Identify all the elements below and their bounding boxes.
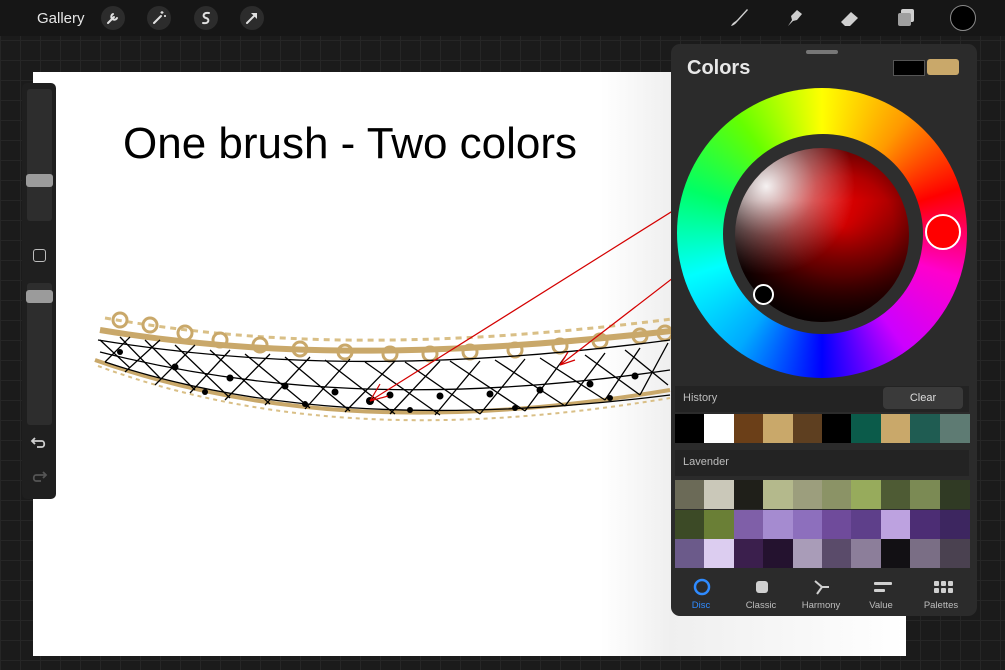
palette-swatch[interactable] xyxy=(880,480,911,509)
palette-swatch[interactable] xyxy=(675,480,705,509)
tab-palettes[interactable]: Palettes xyxy=(911,568,971,616)
brush-icon[interactable] xyxy=(727,6,751,30)
value-icon xyxy=(874,582,892,592)
palette-swatch[interactable] xyxy=(851,539,882,568)
tab-harmony-label: Harmony xyxy=(801,600,841,611)
palette-swatch[interactable] xyxy=(704,480,735,509)
palette-label: Lavender xyxy=(683,456,729,468)
panel-grabber[interactable] xyxy=(806,50,838,54)
tab-disc-label: Disc xyxy=(691,600,711,611)
color-mode-tabs: Disc Classic Harmony Value Palettes xyxy=(671,568,977,616)
colors-panel: Colors History Clear Lavender Disc Class… xyxy=(671,44,977,616)
palette-swatch[interactable] xyxy=(763,539,794,568)
history-swatch[interactable] xyxy=(851,414,882,443)
redo-icon[interactable] xyxy=(30,469,48,490)
history-swatch[interactable] xyxy=(910,414,941,443)
palette-swatch[interactable] xyxy=(675,539,705,568)
top-toolbar: Gallery xyxy=(0,0,1005,36)
canvas-title: One brush - Two colors xyxy=(123,119,578,168)
history-swatch[interactable] xyxy=(880,414,911,443)
history-swatch[interactable] xyxy=(704,414,735,443)
brush-size-slider[interactable] xyxy=(27,89,52,221)
opacity-handle[interactable] xyxy=(26,290,53,303)
tab-classic-label: Classic xyxy=(745,600,777,611)
palettes-icon xyxy=(934,581,953,593)
palette-swatch[interactable] xyxy=(910,480,941,509)
palette-swatch[interactable] xyxy=(822,480,852,509)
left-sidebar xyxy=(22,83,56,499)
history-swatch[interactable] xyxy=(822,414,852,443)
tab-value[interactable]: Value xyxy=(851,568,911,616)
layers-icon[interactable] xyxy=(894,6,918,30)
palette-swatch[interactable] xyxy=(675,509,705,539)
history-swatch[interactable] xyxy=(733,414,764,443)
selection-icon[interactable] xyxy=(194,6,218,30)
palette-swatch[interactable] xyxy=(792,539,823,568)
palette-swatch[interactable] xyxy=(822,509,852,539)
tab-value-label: Value xyxy=(869,600,893,611)
palette-swatch[interactable] xyxy=(851,509,882,539)
palette-swatch[interactable] xyxy=(939,480,970,509)
palette-swatch[interactable] xyxy=(733,509,764,539)
undo-icon[interactable] xyxy=(30,435,48,456)
palette-swatch[interactable] xyxy=(763,509,794,539)
history-swatch[interactable] xyxy=(675,414,705,443)
magic-wand-icon[interactable] xyxy=(147,6,171,30)
history-swatch[interactable] xyxy=(763,414,794,443)
tab-palettes-label: Palettes xyxy=(923,600,959,611)
wrench-icon[interactable] xyxy=(101,6,125,30)
tab-disc[interactable]: Disc xyxy=(671,568,731,616)
palette-swatch[interactable] xyxy=(880,539,911,568)
palette-swatch[interactable] xyxy=(939,509,970,539)
palette-swatch[interactable] xyxy=(822,539,852,568)
palette-swatch[interactable] xyxy=(733,539,764,568)
history-label: History xyxy=(683,392,718,404)
tab-classic[interactable]: Classic xyxy=(731,568,791,616)
palette-swatch[interactable] xyxy=(792,509,823,539)
palette-swatch[interactable] xyxy=(792,480,823,509)
current-color-button[interactable] xyxy=(950,5,976,31)
opacity-slider[interactable] xyxy=(27,283,52,425)
saturation-knob[interactable] xyxy=(753,284,774,305)
palette-header: Lavender xyxy=(675,450,969,476)
classic-icon xyxy=(756,581,768,593)
harmony-icon xyxy=(814,580,829,595)
palette-swatch[interactable] xyxy=(851,480,882,509)
history-swatch[interactable] xyxy=(939,414,970,443)
history-swatch[interactable] xyxy=(792,414,823,443)
palette-swatch[interactable] xyxy=(910,509,941,539)
palette-swatch[interactable] xyxy=(704,539,735,568)
disc-icon xyxy=(693,578,711,596)
secondary-color-swatch[interactable] xyxy=(927,59,959,75)
palette-swatch[interactable] xyxy=(880,509,911,539)
primary-color-swatch[interactable] xyxy=(893,60,925,76)
panel-title: Colors xyxy=(687,57,751,79)
eraser-icon[interactable] xyxy=(838,6,862,30)
hue-knob[interactable] xyxy=(925,214,961,250)
smudge-icon[interactable] xyxy=(783,6,807,30)
modify-button[interactable] xyxy=(33,249,46,262)
brush-size-handle[interactable] xyxy=(26,174,53,187)
transform-icon[interactable] xyxy=(240,6,264,30)
clear-history-button[interactable]: Clear xyxy=(883,387,963,409)
palette-swatch[interactable] xyxy=(939,539,970,568)
palette-swatch[interactable] xyxy=(910,539,941,568)
tab-harmony[interactable]: Harmony xyxy=(791,568,851,616)
palette-swatch[interactable] xyxy=(704,509,735,539)
palette-swatch[interactable] xyxy=(733,480,764,509)
gallery-button[interactable]: Gallery xyxy=(37,10,85,27)
palette-swatch[interactable] xyxy=(763,480,794,509)
